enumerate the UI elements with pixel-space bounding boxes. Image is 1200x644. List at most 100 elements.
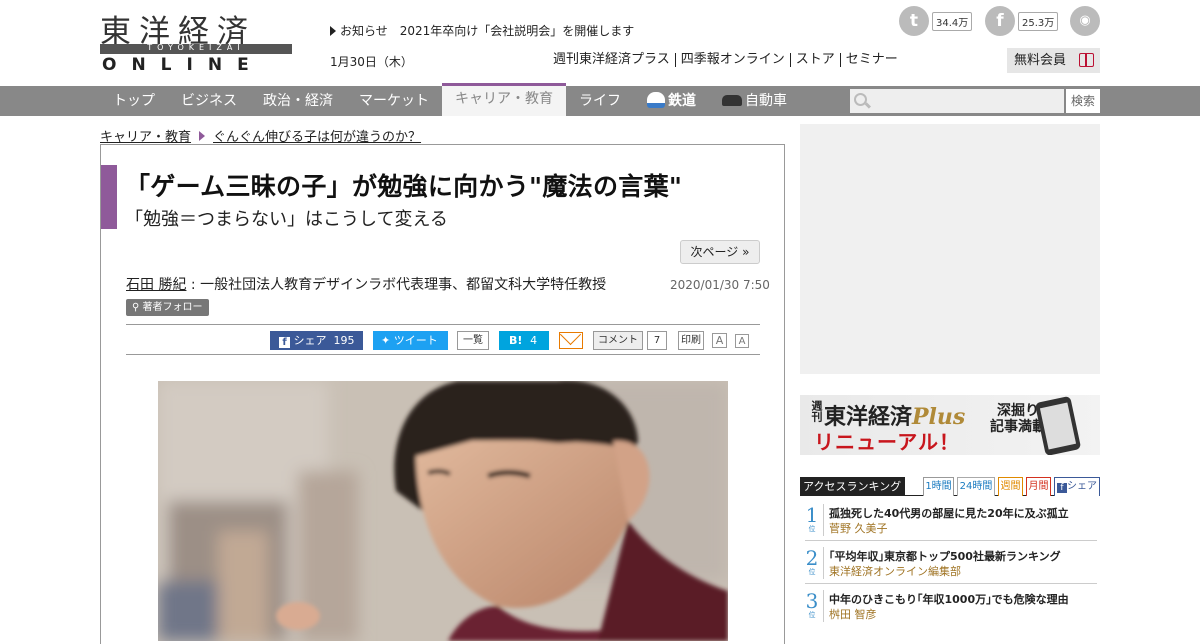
twitter-count: 34.4万	[932, 11, 973, 31]
article-subtitle: 「勉強＝つまらない」はこうして変える	[125, 209, 448, 230]
train-icon	[647, 92, 665, 108]
next-page-button[interactable]: 次ページ »	[680, 240, 760, 264]
header-link-seminar[interactable]: セミナー	[839, 53, 903, 67]
boy-studying-image	[158, 381, 728, 641]
ranking-article-author: 菅野 久美子	[829, 522, 888, 535]
font-large-button[interactable]: A	[712, 333, 727, 348]
nav-market[interactable]: マーケット	[346, 86, 442, 116]
facebook-count: 25.3万	[1018, 11, 1059, 31]
free-member-button[interactable]: 無料会員	[1007, 48, 1100, 73]
font-small-button[interactable]: A	[735, 334, 749, 348]
ranking-article-author: 桝田 智彦	[829, 608, 877, 621]
publish-date: 2020/01/30 7:50	[670, 278, 770, 292]
facebook-icon: f	[985, 6, 1015, 36]
tab-weekly[interactable]: 週間	[998, 477, 1023, 496]
author-name[interactable]: 石田 勝紀	[126, 277, 186, 293]
nav-railway-label: 鉄道	[668, 93, 696, 109]
logo-sub-text: ONLINE	[102, 55, 264, 75]
print-button[interactable]: 印刷	[678, 331, 704, 350]
search-icon	[854, 93, 867, 106]
header-links: 週刊東洋経済プラス 四季報オンライン ストア セミナー	[548, 53, 903, 67]
breadcrumb-series[interactable]: ぐんぐん伸びる子は何が違うのか？	[213, 130, 421, 145]
site-logo[interactable]: 東洋経済 TOYOKEIZAI ONLINE	[100, 6, 292, 75]
twitter-follow[interactable]: t 34.4万	[899, 6, 973, 36]
toyokeizai-plus-banner[interactable]: 週刊東洋経済Plus リニューアル！ 深掘り 記事満載	[800, 395, 1100, 455]
tweet-list-link[interactable]: 一覧	[457, 331, 489, 350]
logo-band: TOYOKEIZAI	[100, 43, 292, 54]
twitter-icon: t	[899, 6, 929, 36]
nav-business[interactable]: ビジネス	[168, 86, 250, 116]
breadcrumb-section[interactable]: キャリア・教育	[100, 130, 191, 145]
article-title: 「ゲーム三昧の子」が勉強に向かう"魔法の言葉"	[125, 172, 683, 201]
rank-number-value: 2	[805, 546, 819, 570]
hatena-count: 4	[530, 334, 538, 347]
promo-tagline-2: 記事満載	[990, 419, 1046, 435]
tab-monthly[interactable]: 月間	[1026, 477, 1051, 496]
site-header: 東洋経済 TOYOKEIZAI ONLINE お知らせ 2021年卒向け「会社説…	[0, 0, 1200, 86]
rank-number-value: 3	[805, 589, 819, 613]
header-date: 1月30日（木）	[330, 55, 413, 69]
rss-link[interactable]: ◉	[1070, 6, 1100, 36]
article: 「ゲーム三昧の子」が勉強に向かう"魔法の言葉" 「勉強＝つまらない」はこうして変…	[100, 144, 785, 644]
notice-link[interactable]: お知らせ 2021年卒向け「会社説明会」を開催します	[330, 22, 634, 39]
facebook-icon: f	[279, 337, 290, 348]
hatena-label: B!	[509, 334, 523, 347]
facebook-icon: f	[1057, 483, 1067, 493]
nav-items: トップ ビジネス 政治・経済 マーケット キャリア・教育 ライフ 鉄道 自動車	[100, 83, 800, 116]
nav-railway[interactable]: 鉄道	[634, 86, 709, 116]
title-accent-bar	[101, 165, 117, 229]
rank-number: 3位	[805, 591, 819, 619]
ad-slot[interactable]	[800, 124, 1100, 374]
nav-politics-economy[interactable]: 政治・経済	[250, 86, 346, 116]
comment-count: 7	[647, 331, 667, 350]
nav-top[interactable]: トップ	[100, 86, 168, 116]
ranking-title: アクセスランキング	[800, 477, 905, 496]
facebook-share-count: 195	[333, 334, 355, 347]
search-input[interactable]	[850, 89, 1064, 113]
follow-author-button[interactable]: ⚲ 著者フォロー	[126, 299, 209, 316]
rank-divider	[823, 547, 824, 579]
ranking-header: アクセスランキング 1時間 24時間 週間 月間 f シェア	[800, 477, 1100, 496]
nav-life[interactable]: ライフ	[566, 86, 634, 116]
gift-icon	[1079, 53, 1094, 67]
free-member-label: 無料会員	[1014, 53, 1067, 68]
promo-headline: リニューアル！	[814, 430, 960, 454]
ranking-item[interactable]: 3位 中年のひきこもり｢年収1000万｣でも危険な理由 桝田 智彦	[805, 587, 1097, 627]
header-link-shikiho[interactable]: 四季報オンライン	[674, 53, 790, 67]
ranking-article-title[interactable]: 中年のひきこもり｢年収1000万｣でも危険な理由	[829, 591, 1069, 607]
ranking-item[interactable]: 2位 ｢平均年収｣東京都トップ500社最新ランキング 東洋経済オンライン編集部	[805, 544, 1097, 584]
tweet-label: ツイート	[393, 334, 438, 347]
comment-button[interactable]: コメント	[593, 331, 643, 350]
hatena-bookmark-button[interactable]: B! 4	[499, 331, 549, 350]
mail-icon[interactable]	[559, 332, 583, 349]
triangle-right-icon	[330, 26, 336, 36]
ranking-item[interactable]: 1位 孤独死した40代男の部屋に見た20年に及ぶ孤立 菅野 久美子	[805, 501, 1097, 541]
ranking-article-title[interactable]: ｢平均年収｣東京都トップ500社最新ランキング	[829, 548, 1061, 564]
user-icon: ⚲	[132, 302, 140, 313]
rank-number: 1位	[805, 505, 819, 533]
facebook-follow[interactable]: f 25.3万	[985, 6, 1059, 36]
nav-automobile[interactable]: 自動車	[709, 86, 800, 116]
author-info: 石田 勝紀 : 一般社団法人教育デザインラボ代表理事、都留文科大学特任教授 ⚲ …	[126, 274, 631, 318]
tab-1-hour[interactable]: 1時間	[923, 477, 954, 496]
triangle-right-icon	[199, 131, 206, 141]
rank-divider	[823, 590, 824, 622]
twitter-bird-icon: ✦	[381, 334, 391, 347]
breadcrumb: キャリア・教育 ぐんぐん伸びる子は何が違うのか？	[100, 126, 421, 145]
follow-author-label: 著者フォロー	[142, 302, 203, 313]
ranking-article-author: 東洋経済オンライン編集部	[829, 565, 961, 578]
nav-career-education[interactable]: キャリア・教育	[442, 83, 566, 116]
header-link-weekly-plus[interactable]: 週刊東洋経済プラス	[548, 53, 675, 67]
tweet-button[interactable]: ✦ ツイート	[373, 331, 448, 350]
rank-divider	[823, 504, 824, 536]
car-icon	[722, 95, 742, 106]
facebook-share-button[interactable]: f シェア 195	[270, 331, 363, 350]
ranking-article-title[interactable]: 孤独死した40代男の部屋に見た20年に及ぶ孤立	[829, 505, 1069, 521]
header-link-store[interactable]: ストア	[789, 53, 840, 67]
tab-share-label: シェア	[1067, 481, 1097, 492]
author-description: : 一般社団法人教育デザインラボ代表理事、都留文科大学特任教授	[186, 277, 607, 293]
smartphone-icon	[1034, 395, 1082, 455]
tab-24-hours[interactable]: 24時間	[957, 477, 995, 496]
tab-share[interactable]: f シェア	[1054, 477, 1100, 496]
search-button[interactable]: 検索	[1066, 89, 1100, 113]
